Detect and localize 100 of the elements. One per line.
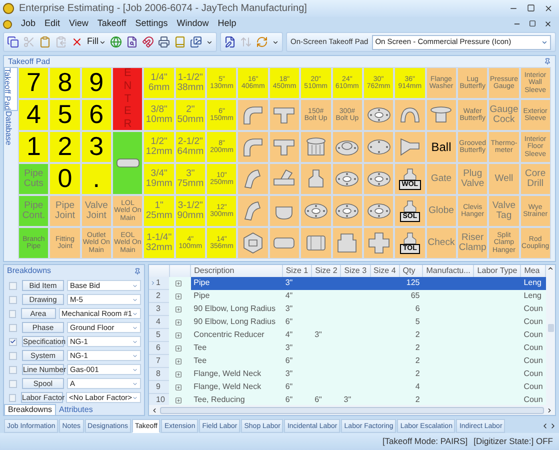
menu-item[interactable]: Takeoff — [97, 17, 126, 31]
keypad-key[interactable]: 0 — [50, 164, 80, 194]
panel-tab[interactable]: Attributes — [56, 404, 96, 416]
table-cell: 3" — [285, 369, 293, 378]
table-cell: Coun — [524, 369, 543, 378]
table-cell: 6 — [415, 304, 420, 313]
table-cell: Pipe — [194, 278, 210, 288]
row-number: 2 — [156, 290, 160, 302]
row-number: 1 — [156, 277, 160, 289]
menu-item[interactable]: Help — [218, 17, 236, 31]
table-cell: 2 — [415, 369, 420, 378]
keypad-key[interactable]: 6 — [82, 100, 112, 130]
table-cell: Coun — [524, 317, 543, 326]
table-cell: Coun — [524, 304, 543, 313]
panel-title: Breakdowns — [7, 265, 52, 277]
menu-item[interactable]: Job — [21, 17, 36, 31]
row-header[interactable]: 8 — [149, 368, 170, 380]
menu-item[interactable]: Edit — [44, 17, 60, 31]
table-cell: 90 Elbow, Long Radius — [194, 317, 276, 326]
table-cell: Leng — [524, 291, 542, 300]
row-number: 10 — [156, 394, 165, 406]
row-number: 5 — [156, 329, 160, 341]
pad-key[interactable]: 3-1/2" 90mm — [176, 196, 206, 226]
panel-tab[interactable]: Breakdowns — [4, 404, 56, 416]
row-header[interactable]: 5 — [149, 328, 170, 342]
pad-key[interactable]: 1" 25mm — [144, 196, 174, 226]
pad-key[interactable]: 1-1/4" 32mm — [144, 228, 174, 258]
menu-item[interactable]: Settings — [135, 17, 168, 31]
keypad-key[interactable]: 9 — [82, 68, 112, 98]
menu-item[interactable]: View — [69, 17, 88, 31]
pad-key[interactable]: 3/4" 19mm — [144, 164, 174, 194]
side-tab[interactable]: Takeoff Pad — [4, 67, 18, 112]
pad-key[interactable]: 1-1/2" 38mm — [176, 68, 206, 98]
table-cell: 6" — [285, 356, 293, 365]
table-cell: 6" — [285, 317, 293, 326]
row-header[interactable]: 6 — [149, 342, 170, 354]
pad-key[interactable]: 1/4" 6mm — [144, 68, 174, 98]
table-cell: Tee, Reducing — [194, 395, 245, 404]
table-cell: 2 — [415, 395, 420, 404]
table-cell: 3" — [285, 304, 293, 313]
table-cell: 6" — [285, 395, 293, 404]
table-cell: 90 Elbow, Long Radius — [194, 304, 276, 313]
row-number: 9 — [156, 381, 160, 393]
keypad-key[interactable]: 7 — [19, 68, 48, 98]
row-number: 4 — [156, 316, 160, 328]
table-cell: 4" — [285, 330, 293, 339]
row-header[interactable]: 2 — [149, 290, 170, 302]
pad-key[interactable]: 2-1/2" 64mm — [176, 132, 206, 162]
status-text: [Takeoff Mode: PAIRS] — [382, 435, 468, 448]
table-cell: 2 — [415, 330, 420, 339]
table-cell: 5 — [415, 317, 420, 326]
table-cell: Coun — [524, 356, 543, 365]
table-cell: Coun — [524, 330, 543, 339]
table-cell: 6" — [314, 395, 322, 404]
pad-key[interactable]: 3" 75mm — [176, 164, 206, 194]
table-cell: Concentric Reducer — [194, 330, 264, 339]
table-cell: 4" — [285, 291, 293, 300]
fill-button[interactable]: Fill — [87, 35, 106, 49]
table-cell: 2 — [415, 356, 420, 365]
pad-key[interactable]: Ball — [426, 132, 456, 162]
row-number: 8 — [156, 368, 160, 380]
panel-title: Takeoff Pad — [8, 56, 50, 68]
window-title: Enterprise Estimating - [Job 2006-6074 - JayTech Manufacturing] — [19, 2, 307, 16]
row-number: 3 — [156, 303, 160, 315]
pad-key[interactable]: 2" 50mm — [176, 100, 206, 130]
menu-item[interactable]: Window — [176, 17, 209, 31]
table-cell: 125 — [406, 278, 420, 288]
row-header[interactable]: 7 — [149, 354, 170, 368]
pad-key[interactable]: 3/8" 10mm — [144, 100, 174, 130]
keypad-key[interactable]: 2 — [50, 132, 80, 162]
table-cell: 3" — [344, 395, 352, 404]
row-header[interactable]: 4 — [149, 316, 170, 328]
row-header[interactable]: 3 — [149, 302, 170, 316]
table-cell: Flange, Weld Neck — [194, 382, 262, 391]
table-cell: 3" — [285, 278, 293, 288]
keypad-key[interactable]: 4 — [19, 100, 48, 130]
keypad-key[interactable]: . — [82, 164, 112, 194]
table-cell: 65 — [410, 291, 420, 300]
table-cell: 3" — [314, 330, 322, 339]
keypad-key[interactable]: 1 — [19, 132, 48, 162]
table-cell: Flange, Weld Neck — [194, 369, 262, 378]
table-cell: 4 — [415, 382, 420, 391]
table-cell: Coun — [524, 343, 543, 352]
table-cell: 3" — [285, 343, 293, 352]
keypad-key[interactable]: 8 — [50, 68, 80, 98]
row-header[interactable]: 9 — [149, 380, 170, 394]
table-cell: Leng — [524, 278, 542, 288]
table-cell: Coun — [524, 395, 543, 404]
table-cell: Pipe — [194, 291, 210, 300]
row-header[interactable]: 1 — [149, 277, 170, 290]
row-number: 6 — [156, 342, 160, 354]
status-text: [Digitizer State:] OFF — [474, 435, 553, 448]
table-cell: Coun — [524, 382, 543, 391]
table-cell: 2 — [415, 343, 420, 352]
keypad-key[interactable]: 3 — [82, 132, 112, 162]
pad-key[interactable]: 1/2" 12mm — [144, 132, 174, 162]
side-tab[interactable]: Database — [4, 111, 18, 146]
keypad-key[interactable]: 5 — [50, 100, 80, 130]
table-cell: 6" — [285, 382, 293, 391]
table-cell: Tee — [194, 356, 207, 365]
